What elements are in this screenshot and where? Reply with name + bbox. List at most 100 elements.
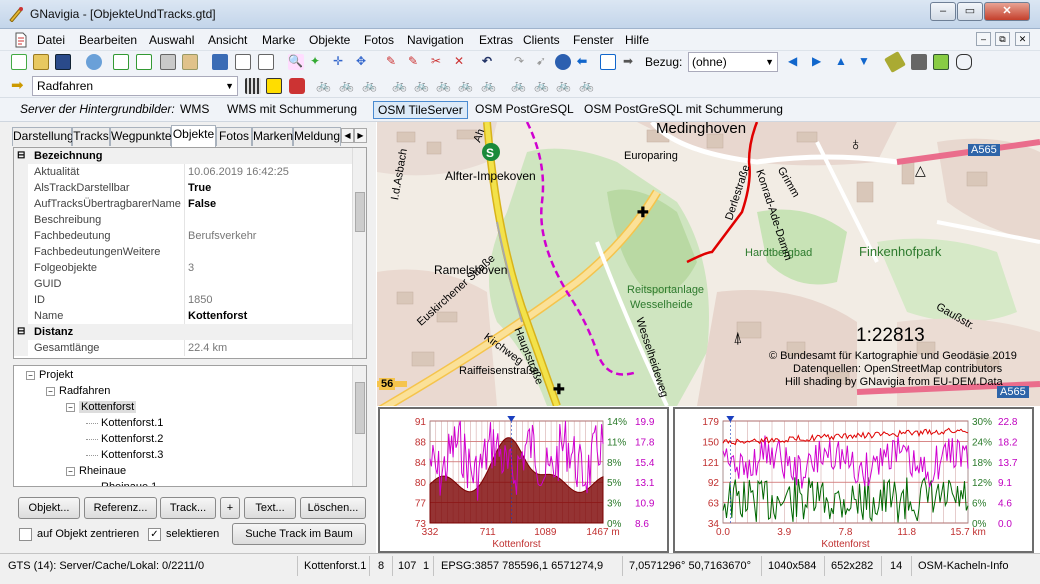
select-tool-icon[interactable]: ✦ bbox=[310, 54, 326, 70]
tab-darstellung[interactable]: Darstellung bbox=[12, 127, 74, 146]
globe-icon[interactable] bbox=[555, 54, 571, 70]
bike-speed-icon[interactable]: 🚲 bbox=[481, 78, 497, 94]
property-row[interactable]: AlsTrackDarstellbar True bbox=[14, 180, 354, 196]
menu-objekte[interactable]: Objekte bbox=[309, 33, 350, 47]
download-icon[interactable]: ▼ bbox=[858, 54, 874, 70]
tree-node[interactable]: Kottenforst.3 bbox=[86, 448, 163, 462]
open-folder-icon[interactable] bbox=[33, 54, 49, 70]
menu-clients[interactable]: Clients bbox=[523, 33, 560, 47]
preview-icon[interactable] bbox=[136, 54, 152, 70]
property-value[interactable]: 1850 bbox=[188, 292, 212, 308]
tree-toggle-icon[interactable]: − bbox=[66, 466, 75, 476]
bezug-select[interactable]: (ohne) ▼ bbox=[688, 52, 778, 72]
bike-icon[interactable]: 🚲 bbox=[339, 78, 355, 94]
bike-icon[interactable]: 🚲 bbox=[316, 78, 332, 94]
property-row[interactable]: Name Kottenforst bbox=[14, 308, 354, 324]
menu-fenster[interactable]: Fenster bbox=[573, 33, 614, 47]
server-osm-postgresql[interactable]: OSM PostGreSQL bbox=[471, 101, 578, 119]
property-row[interactable]: Aktualität 10.06.2019 16:42:25 bbox=[14, 164, 354, 180]
elevation-profile-2[interactable]: 179 30% 22.8 150 24% 18.2 121 18% 13.7 92 12% 9.1 63… bbox=[673, 407, 1034, 553]
map-view-icon[interactable] bbox=[212, 54, 228, 70]
property-value[interactable]: 22.4 km bbox=[188, 340, 227, 356]
property-value[interactable]: True bbox=[188, 180, 211, 196]
image-icon[interactable] bbox=[600, 54, 616, 70]
undo-icon[interactable]: ↶ bbox=[482, 54, 498, 70]
loeschen-button[interactable]: Löschen... bbox=[300, 497, 366, 519]
cloud-icon[interactable] bbox=[86, 54, 102, 70]
zentrieren-checkbox[interactable] bbox=[19, 528, 32, 541]
move-icon[interactable]: ✥ bbox=[356, 54, 372, 70]
forward-arrow-icon[interactable]: ➡ bbox=[623, 54, 639, 70]
save-icon[interactable] bbox=[55, 54, 71, 70]
gps-device-icon[interactable] bbox=[956, 54, 972, 70]
property-row[interactable]: Fachbedeutung Berufsverkehr bbox=[14, 228, 354, 244]
property-value[interactable]: False bbox=[188, 196, 216, 212]
bike-icon[interactable]: 🚲 bbox=[362, 78, 378, 94]
track-button[interactable]: Track... bbox=[160, 497, 216, 519]
edit-track-icon[interactable]: ✎ bbox=[408, 54, 424, 70]
property-category[interactable]: ⊟ Distanz bbox=[14, 324, 354, 340]
film-icon[interactable] bbox=[911, 54, 927, 70]
page-icon[interactable] bbox=[113, 54, 129, 70]
bike-speed-icon[interactable]: 🚲 bbox=[436, 78, 452, 94]
add-button[interactable]: + bbox=[220, 497, 240, 519]
elevation-profile-1[interactable]: 91 14% 19.9 88 11% 17.8 84 8% 15.4 80 5% 13.1 77 3% 10… bbox=[378, 407, 669, 553]
menu-marke[interactable]: Marke bbox=[262, 33, 295, 47]
tree-node[interactable]: − Rheinaue bbox=[66, 464, 126, 478]
mdi-restore-button[interactable]: ⧉ bbox=[995, 32, 1010, 46]
bike-speed-icon[interactable]: 🚲 bbox=[392, 78, 408, 94]
property-row[interactable]: FachbedeutungenWeitere bbox=[14, 244, 354, 260]
mdi-close-button[interactable]: ✕ bbox=[1015, 32, 1030, 46]
profile-select[interactable]: Radfahren ▼ bbox=[32, 76, 238, 96]
property-value[interactable]: 3 bbox=[188, 260, 194, 276]
tab-objekte[interactable]: Objekte bbox=[171, 125, 216, 147]
tree-toggle-icon[interactable]: − bbox=[66, 402, 75, 412]
property-row[interactable]: GUID bbox=[14, 276, 354, 292]
tree-node[interactable]: − Projekt bbox=[26, 368, 73, 382]
tab-meldungen[interactable]: Meldunge bbox=[293, 127, 341, 146]
mdi-minimize-button[interactable]: – bbox=[976, 32, 991, 46]
collapse-icon[interactable]: ⊟ bbox=[17, 148, 25, 164]
maximize-button[interactable]: ▭ bbox=[957, 2, 983, 21]
property-row[interactable]: AufTracksÜbertragbarerName False bbox=[14, 196, 354, 212]
bike-time-icon[interactable]: 🚲 bbox=[579, 78, 595, 94]
server-osm-postgresql-schummerung[interactable]: OSM PostGreSQL mit Schummerung bbox=[580, 101, 787, 119]
menu-ansicht[interactable]: Ansicht bbox=[208, 33, 247, 47]
property-value[interactable]: 10.06.2019 16:42:25 bbox=[188, 164, 289, 180]
tree-node[interactable]: Kottenforst.2 bbox=[86, 432, 163, 446]
server-osm-tileserver[interactable]: OSM TileServer bbox=[373, 101, 468, 119]
tab-wegpunkte[interactable]: Wegpunkte bbox=[110, 127, 172, 146]
layout-icon[interactable] bbox=[235, 54, 251, 70]
property-row[interactable]: ID 1850 bbox=[14, 292, 354, 308]
property-row[interactable]: Folgeobjekte 3 bbox=[14, 260, 354, 276]
tree-toggle-icon[interactable]: − bbox=[26, 370, 35, 380]
menu-auswahl[interactable]: Auswahl bbox=[149, 33, 194, 47]
menu-fotos[interactable]: Fotos bbox=[364, 33, 394, 47]
property-scrollbar[interactable] bbox=[352, 148, 366, 358]
tab-scroll-right-icon[interactable]: ▶ bbox=[354, 128, 367, 143]
tree-scrollbar[interactable] bbox=[352, 366, 366, 486]
bike-time-icon[interactable]: 🚲 bbox=[534, 78, 550, 94]
server-wms-schummerung[interactable]: WMS mit Schummerung bbox=[223, 101, 361, 119]
selektieren-checkbox[interactable]: ✓ bbox=[148, 528, 161, 541]
close-button[interactable]: ✕ bbox=[984, 2, 1030, 21]
print-icon[interactable] bbox=[160, 54, 176, 70]
zoom-in-icon[interactable]: ▶ bbox=[812, 54, 828, 70]
suche-track-button[interactable]: Suche Track im Baum bbox=[232, 523, 366, 545]
property-category[interactable]: ⊟ Bezeichnung bbox=[14, 148, 354, 164]
text-button[interactable]: Text... bbox=[244, 497, 296, 519]
menu-datei[interactable]: Datei bbox=[37, 33, 65, 47]
new-file-icon[interactable] bbox=[11, 54, 27, 70]
bike-speed-icon[interactable]: 🚲 bbox=[458, 78, 474, 94]
split-track-icon[interactable]: ✂ bbox=[431, 54, 447, 70]
draw-track-icon[interactable]: ✎ bbox=[386, 54, 402, 70]
tab-marken[interactable]: Marken bbox=[252, 127, 293, 146]
tab-scroll-left-icon[interactable]: ◀ bbox=[341, 128, 354, 143]
bike-time-icon[interactable]: 🚲 bbox=[511, 78, 527, 94]
scroll-thumb[interactable] bbox=[355, 382, 365, 434]
server-wms[interactable]: WMS bbox=[176, 101, 213, 119]
photo-icon[interactable] bbox=[933, 54, 949, 70]
tree-node[interactable]: Kottenforst.1 bbox=[86, 416, 163, 430]
tree-node[interactable]: − Kottenforst bbox=[66, 400, 137, 414]
tree-node[interactable]: − Radfahren bbox=[46, 384, 110, 398]
